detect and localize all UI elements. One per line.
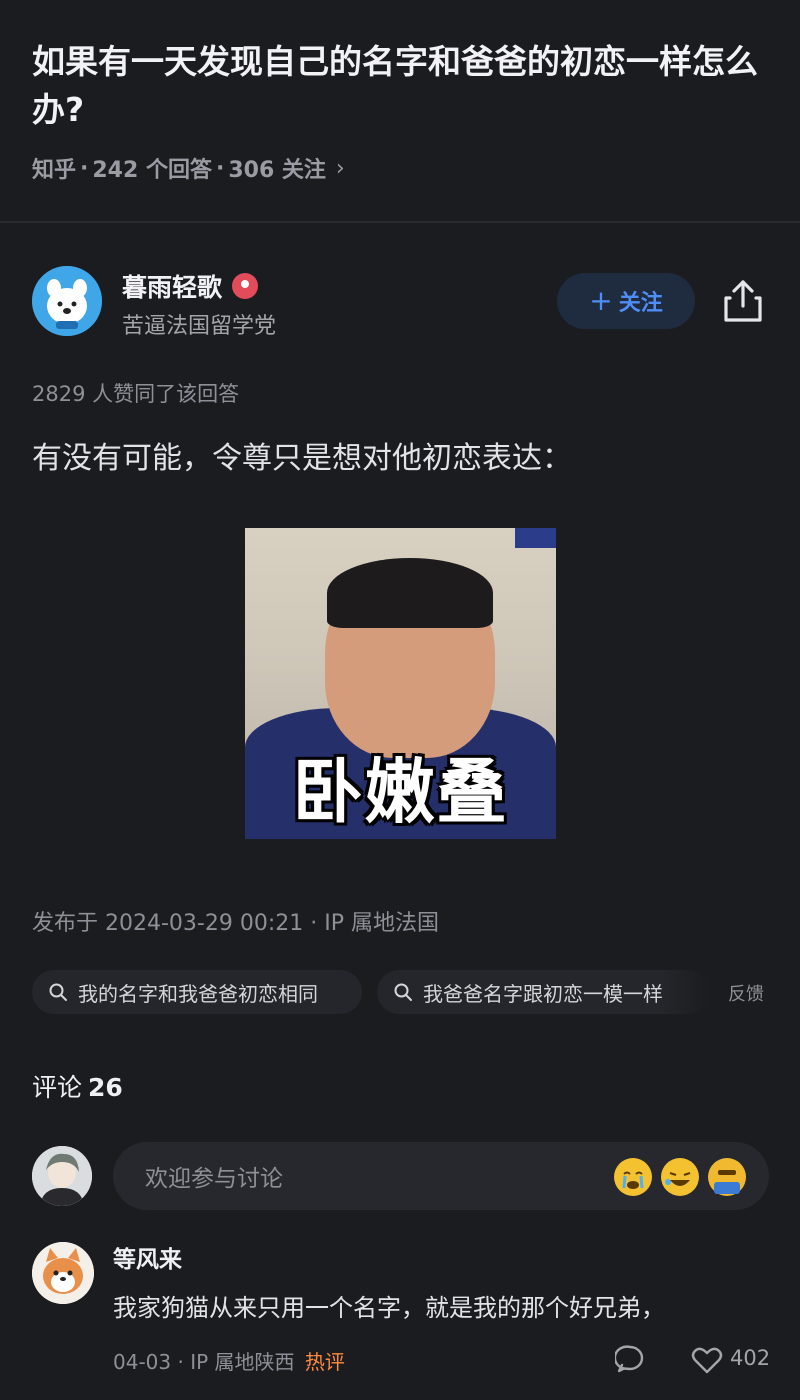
search-icon [49,983,67,1001]
meta-separator: · [80,155,89,181]
comment-text: 我家狗猫从来只用一个名字，就是我的那个好兄弟， [113,1294,665,1322]
followers-count: 306 关注 [228,158,326,183]
publish-info: 发布于 2024-03-29 00:21 · IP 属地法国 [32,911,439,936]
image-caption: 卧嫩叠 [292,751,509,833]
author-bio: 苦逼法国留学党 [122,314,277,339]
verified-badge-icon [232,273,259,299]
comments-header: 评论 26 [32,1068,123,1104]
image-pub-tag [515,528,556,548]
commenter-avatar[interactable] [32,1242,94,1304]
comments-count: 26 [88,1073,123,1102]
search-icon [394,983,412,1001]
comment-date: 04-03 · [113,1350,184,1374]
crying-emoji-icon[interactable] [614,1158,652,1196]
current-user-avatar[interactable] [32,1146,92,1206]
feedback-link[interactable]: 反馈 [728,980,764,1006]
meta-separator: · [215,155,225,181]
share-icon[interactable] [722,278,764,324]
answers-count: 242 个回答 [92,158,212,183]
follow-button[interactable]: + 关注 [557,273,695,329]
like-heart-icon[interactable] [691,1346,723,1374]
image-hair [327,558,493,628]
search-chip-label: 我的名字和我爸爸初恋相同 [78,981,318,1006]
author-avatar[interactable] [32,266,102,336]
hot-comment-badge: 热评 [304,1350,345,1374]
plus-icon: + [589,284,613,317]
comment-meta: 04-03 · IP 属地陕西 热评 [113,1346,345,1375]
search-chip[interactable]: 我的名字和我爸爸初恋相同 [32,970,362,1014]
answer-text: 有没有可能，令尊只是想对他初恋表达： [32,441,572,476]
question-meta[interactable]: 知乎 · 242 个回答 · 306 关注 › [32,152,345,184]
like-count: 402 [730,1346,771,1370]
vote-count: 2829 人赞同了该回答 [32,382,240,406]
reply-icon[interactable] [615,1344,645,1374]
chevron-right-icon: › [335,155,345,181]
author-name[interactable]: 暮雨轻歌 [122,268,222,304]
comment-username[interactable]: 等风来 [113,1240,182,1274]
section-divider [0,221,800,223]
follow-label: 关注 [618,291,663,316]
comment-ip: IP 属地陕西 [190,1350,295,1374]
source-label: 知乎 [32,158,77,183]
comments-title: 评论 [32,1073,83,1102]
answer-image[interactable]: 卧嫩叠 [245,528,556,839]
squat-emoji-icon[interactable] [708,1158,746,1196]
author-name-row[interactable]: 暮雨轻歌 [122,268,259,304]
question-title: 如果有一天发现自己的名字和爸爸的初恋一样怎么办? [32,42,758,129]
search-chip-label: 我爸爸名字跟初恋一模一样 [423,981,663,1006]
chip-fade-overlay [660,970,710,1014]
laughing-emoji-icon[interactable] [661,1158,699,1196]
